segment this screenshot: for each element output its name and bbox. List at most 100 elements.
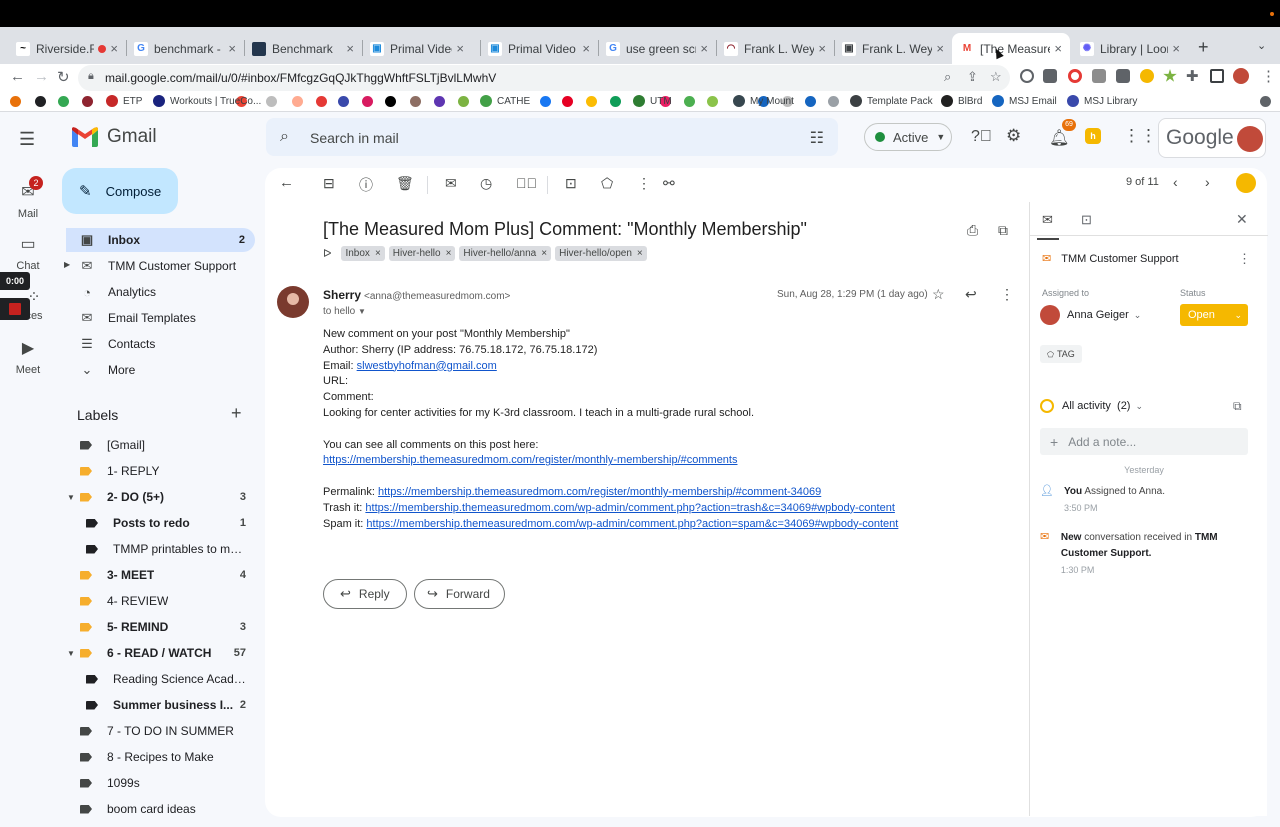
expand-caret-icon[interactable]: ▼ [67, 493, 75, 502]
label-item[interactable]: Posts to redo 1 [86, 513, 246, 533]
bookmark-star-icon[interactable]: ☆ [990, 69, 1002, 85]
sender-name[interactable]: Sherry [323, 288, 361, 302]
omnibox[interactable]: 🔒︎ mail.google.com/mail/u/0/#inbox/FMfcg… [78, 65, 1010, 91]
back-to-inbox-icon[interactable]: ← [279, 174, 294, 191]
browser-tab[interactable]: ~ Riverside.FM × [8, 33, 126, 64]
importance-marker-icon[interactable]: ᐅ [323, 247, 331, 260]
label-item[interactable]: [Gmail] [80, 435, 246, 455]
main-menu-icon[interactable]: ☰ [19, 129, 35, 150]
browser-tab[interactable]: Benchmark × [244, 33, 362, 64]
bookmark-item[interactable]: MSJ Email [992, 95, 1057, 107]
bookmark-favicon-icon[interactable] [828, 96, 839, 107]
nav-item-email[interactable]: ✉ Email Templates [66, 306, 255, 330]
label-item[interactable]: TMMP printables to make [86, 539, 246, 559]
recipient-line[interactable]: to hello ▼ [323, 306, 366, 317]
bookmark-favicon-icon[interactable] [458, 96, 469, 107]
status-dropdown[interactable]: Active ▼ [864, 123, 952, 151]
add-note-input[interactable]: + Add a note... [1040, 428, 1248, 455]
spam-link[interactable]: https://membership.themeasuredmom.com/wp… [366, 518, 898, 530]
bookmark-item[interactable]: MSJ Library [1067, 95, 1137, 107]
bookmark-favicon-icon[interactable] [540, 96, 551, 107]
report-spam-icon[interactable]: ⓘ [359, 175, 373, 195]
browser-tab[interactable]: M [The Measured Mom × [952, 33, 1070, 64]
hiver-contact-tab[interactable]: ⊡ [1081, 212, 1092, 228]
google-account-button[interactable]: Google [1158, 118, 1266, 158]
label-chip[interactable]: Hiver-hello/anna × [459, 246, 552, 261]
tab-close-icon[interactable]: × [818, 41, 826, 56]
message-more-icon[interactable]: ⋮ [1000, 286, 1014, 303]
tab-close-icon[interactable]: × [700, 41, 708, 56]
expand-caret-icon[interactable]: ▼ [67, 649, 75, 658]
nav-item-contacts[interactable]: ☰ Contacts [66, 332, 255, 356]
bookmark-item[interactable]: Workouts | TrueCo... [153, 95, 261, 107]
label-chip[interactable]: Hiver-hello/open × [555, 246, 647, 261]
expand-caret-icon[interactable]: ▶ [64, 260, 70, 269]
nav-item-tmm[interactable]: ✉ TMM Customer Support [66, 254, 255, 278]
bookmark-favicon-icon[interactable] [684, 96, 695, 107]
hiver-close-icon[interactable]: ✕ [1236, 211, 1248, 228]
nav-item-inbox[interactable]: ▣ Inbox 2 [66, 228, 255, 252]
browser-tab[interactable]: ▣ Frank L. Weyenberg× [834, 33, 952, 64]
stop-recording-button[interactable] [0, 298, 30, 320]
new-tab-icon[interactable]: + [1198, 37, 1209, 58]
bookmark-favicon-icon[interactable] [10, 96, 21, 107]
star-icon[interactable]: ☆ [932, 286, 945, 303]
rail-meet[interactable]: ▶ Meet [0, 338, 56, 376]
gmail-logo[interactable]: Gmail [72, 126, 157, 148]
bookmark-favicon-icon[interactable] [707, 96, 718, 107]
tab-close-icon[interactable]: × [228, 41, 236, 56]
tab-search-icon[interactable]: ⌄ [1257, 39, 1266, 52]
bookmark-favicon-icon[interactable] [385, 96, 396, 107]
label-item[interactable]: 3- MEET 4 [80, 565, 246, 585]
extension-globe-icon[interactable] [1020, 69, 1034, 83]
label-item[interactable]: 8 - Recipes to Make [80, 747, 246, 767]
reply-icon[interactable]: ↩ [965, 286, 977, 303]
notifications-bell-icon[interactable]: 🔔︎ [1049, 128, 1069, 148]
search-icon[interactable]: ⌕ [280, 128, 289, 146]
bookmark-favicon-icon[interactable] [1260, 96, 1271, 107]
extension-grid-icon[interactable] [1116, 69, 1130, 83]
add-label-icon[interactable]: + [231, 403, 242, 424]
forward-button[interactable]: ↪ Forward [414, 579, 505, 609]
search-bar[interactable]: ⌕ Search in mail ☷ [266, 118, 838, 156]
hiver-icon[interactable]: h [1085, 128, 1101, 144]
browser-tab[interactable]: ✺ Library | Loom × [1072, 33, 1188, 64]
forward-icon[interactable]: → [34, 68, 49, 85]
bookmark-favicon-icon[interactable] [316, 96, 327, 107]
label-item[interactable]: 2- DO (5+) 3 [80, 487, 246, 507]
label-item[interactable]: boom card ideas [80, 799, 246, 819]
tab-close-icon[interactable]: × [110, 41, 118, 56]
bookmark-favicon-icon[interactable] [266, 96, 277, 107]
bookmark-item[interactable]: CATHE [480, 95, 530, 107]
snooze-icon[interactable]: ◷ [480, 175, 492, 192]
settings-gear-icon[interactable]: ⚙ [1006, 126, 1021, 146]
move-to-icon[interactable]: ⊡ [565, 175, 577, 192]
label-chip[interactable]: Inbox × [341, 246, 385, 261]
rail-mail[interactable]: ✉ 2 Mail [0, 176, 56, 220]
newer-chevron-icon[interactable]: ‹ [1173, 174, 1178, 190]
side-panel-icon[interactable] [1210, 69, 1224, 83]
search-filter-icon[interactable]: ☷ [810, 128, 824, 148]
extension-reader-icon[interactable] [1043, 69, 1057, 83]
extension-opera-icon[interactable] [1068, 69, 1082, 83]
bookmark-favicon-icon[interactable] [610, 96, 621, 107]
tab-close-icon[interactable]: × [456, 41, 464, 56]
bookmark-item[interactable]: UTM [633, 95, 672, 107]
label-item[interactable]: 6 - READ / WATCH 57 [80, 643, 246, 663]
extension-box-icon[interactable] [1092, 69, 1106, 83]
reply-button[interactable]: ↩ Reply [323, 579, 407, 609]
extension-hiver-icon[interactable] [1140, 69, 1154, 83]
share-conversation-icon[interactable]: ⚯ [663, 175, 675, 192]
bookmark-favicon-icon[interactable] [82, 96, 93, 107]
label-item[interactable]: 4- REVIEW [80, 591, 246, 611]
bookmark-favicon-icon[interactable] [410, 96, 421, 107]
remove-label-icon[interactable]: × [375, 248, 381, 259]
bookmark-item[interactable]: Template Pack [850, 95, 933, 107]
mark-unread-icon[interactable]: ✉ [445, 175, 457, 192]
label-icon[interactable]: ⬠ [601, 175, 613, 192]
tab-close-icon[interactable]: × [582, 41, 590, 56]
delete-icon[interactable]: 🗑︎ [396, 175, 414, 192]
share-icon[interactable]: ⇪ [967, 69, 978, 85]
remove-label-icon[interactable]: × [541, 248, 547, 259]
bookmark-favicon-icon[interactable] [586, 96, 597, 107]
